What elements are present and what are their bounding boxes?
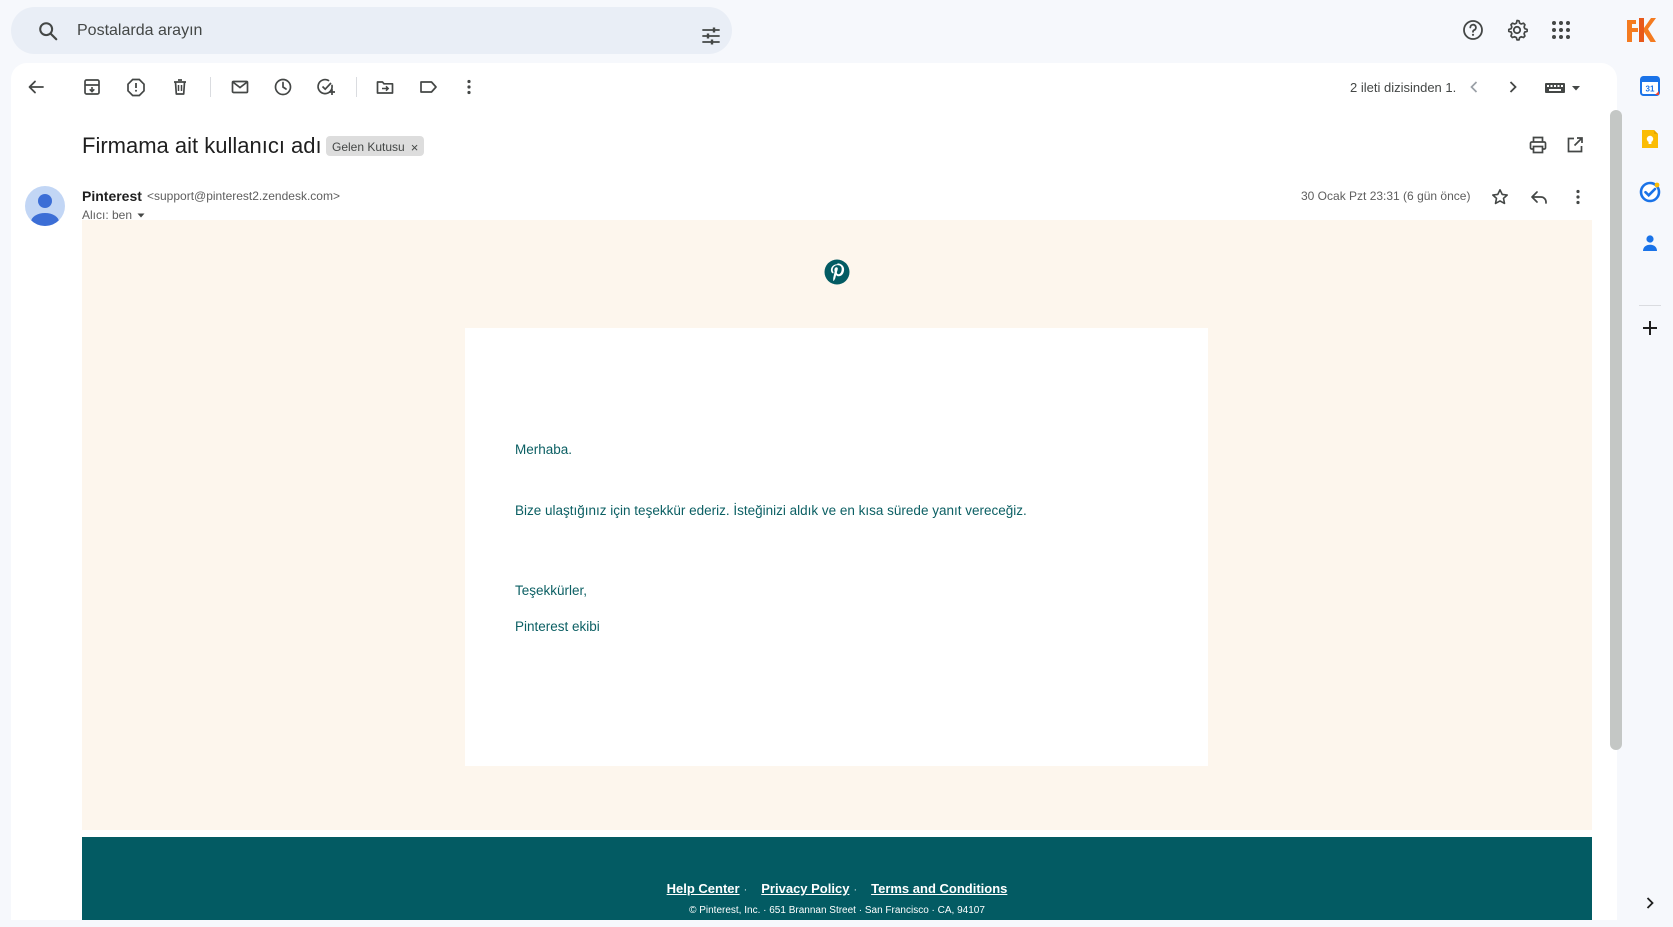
sender-name[interactable]: Pinterest xyxy=(82,188,142,204)
open-in-new-window-icon[interactable] xyxy=(1565,135,1585,155)
more-vert-icon[interactable] xyxy=(459,77,479,97)
sender-email: <support@pinterest2.zendesk.com> xyxy=(147,189,340,203)
calendar-icon[interactable]: 31 xyxy=(1639,75,1661,97)
label-chip-text: Gelen Kutusu xyxy=(332,140,405,154)
search-icon[interactable] xyxy=(37,20,59,42)
report-spam-icon[interactable] xyxy=(126,77,146,97)
toolbar-divider xyxy=(356,77,357,97)
apps-grid-icon[interactable] xyxy=(1549,18,1573,42)
scrollbar-thumb[interactable] xyxy=(1610,110,1622,750)
body-text: Bize ulaştığınız için teşekkür ederiz. İ… xyxy=(515,503,1027,518)
remove-label-button[interactable]: × xyxy=(411,140,419,155)
footer-address: © Pinterest, Inc. · 651 Brannan Street ·… xyxy=(689,905,985,916)
message-more-icon[interactable] xyxy=(1568,187,1588,207)
delete-icon[interactable] xyxy=(170,77,190,97)
print-icon[interactable] xyxy=(1528,135,1548,155)
sender-avatar xyxy=(25,186,65,226)
pager-status: 2 ileti dizisinden 1. xyxy=(1350,80,1457,95)
star-icon[interactable] xyxy=(1490,187,1510,207)
reply-icon[interactable] xyxy=(1529,187,1549,207)
help-center-link[interactable]: Help Center xyxy=(667,881,740,896)
pinterest-logo[interactable] xyxy=(824,259,850,285)
mark-unread-icon[interactable] xyxy=(230,77,250,97)
toolbar-divider xyxy=(210,77,211,97)
next-chevron-icon[interactable] xyxy=(1503,77,1523,97)
help-icon[interactable] xyxy=(1461,18,1485,42)
inbox-label-chip[interactable]: Gelen Kutusu × xyxy=(326,136,425,156)
email-body: Merhaba. Bize ulaştığınız için teşekkür … xyxy=(82,220,1592,830)
side-panel: 31 xyxy=(1625,62,1673,927)
keyboard-icon[interactable] xyxy=(1544,80,1586,96)
label-icon[interactable] xyxy=(418,77,438,97)
move-to-icon[interactable] xyxy=(375,77,395,97)
footer-separator: · xyxy=(853,884,858,896)
footer-links: Help Center · Privacy Policy · Terms and Con… xyxy=(82,881,1592,896)
email-footer: Help Center · Privacy Policy · Terms and Con… xyxy=(82,837,1592,920)
settings-gear-icon[interactable] xyxy=(1505,18,1529,42)
terms-link[interactable]: Terms and Conditions xyxy=(871,881,1007,896)
contacts-icon[interactable] xyxy=(1639,232,1661,254)
greeting-text: Merhaba. xyxy=(515,442,573,457)
message-view: 2 ileti dizisinden 1. Firmama ait kullan… xyxy=(11,63,1617,920)
side-panel-divider xyxy=(1639,305,1661,306)
add-icon[interactable] xyxy=(1639,317,1661,339)
back-arrow-icon[interactable] xyxy=(26,77,46,97)
caret-down-icon xyxy=(137,213,145,218)
message-card: Merhaba. Bize ulaştığınız için teşekkür … xyxy=(465,328,1208,766)
search-bar[interactable] xyxy=(11,7,732,54)
account-logo[interactable] xyxy=(1624,14,1656,46)
footer-separator: · xyxy=(743,884,748,896)
search-input[interactable] xyxy=(77,17,657,45)
closing-text: Teşekkürler, xyxy=(515,583,588,598)
svg-text:31: 31 xyxy=(1646,85,1655,94)
keep-icon[interactable] xyxy=(1639,128,1661,150)
message-date: 30 Ocak Pzt 23:31 (6 gün önce) xyxy=(1301,189,1471,203)
previous-chevron-icon[interactable] xyxy=(1464,77,1484,97)
archive-icon[interactable] xyxy=(82,77,102,97)
signature-text: Pinterest ekibi xyxy=(515,619,600,634)
snooze-icon[interactable] xyxy=(273,77,293,97)
email-subject: Firmama ait kullanıcı adı xyxy=(82,133,322,158)
chevron-right-icon[interactable] xyxy=(1639,892,1661,914)
tasks-icon[interactable] xyxy=(1639,181,1661,203)
message-toolbar: 2 ileti dizisinden 1. xyxy=(11,63,1617,111)
privacy-policy-link[interactable]: Privacy Policy xyxy=(761,881,849,896)
add-task-icon[interactable] xyxy=(316,77,336,97)
top-bar xyxy=(0,0,1673,62)
tune-icon[interactable] xyxy=(701,26,721,46)
